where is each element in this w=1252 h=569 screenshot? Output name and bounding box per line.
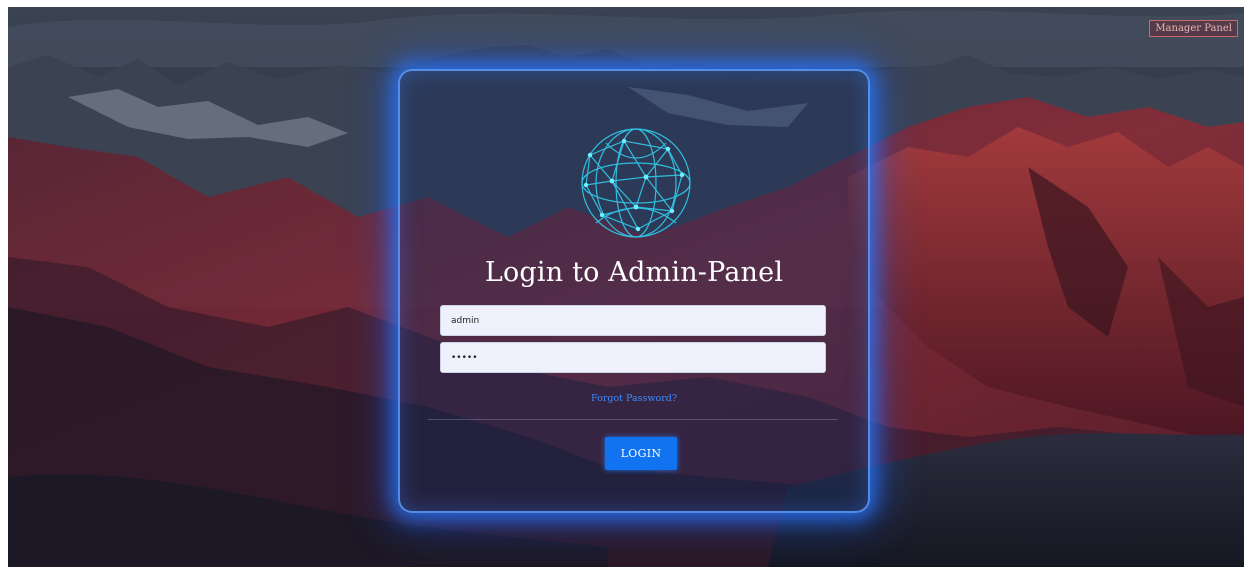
login-page: Manager Panel Login to Admin-Panel admin… [8, 7, 1244, 567]
login-title: Login to Admin-Panel [484, 257, 784, 288]
manager-panel-link[interactable]: Manager Panel [1149, 20, 1238, 37]
form-divider [428, 419, 838, 420]
password-input[interactable] [440, 342, 826, 373]
login-button[interactable]: LOGIN [605, 437, 677, 470]
forgot-password-link[interactable]: Forgot Password? [400, 393, 868, 404]
globe-network-icon [581, 128, 691, 238]
username-input[interactable] [440, 305, 826, 336]
login-card: Login to Admin-Panel Forgot Password? LO… [398, 69, 870, 513]
